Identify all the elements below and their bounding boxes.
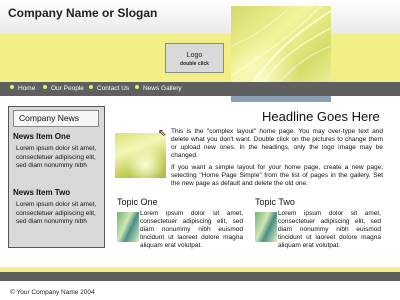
logo-placeholder[interactable]: Logo double click xyxy=(165,43,224,73)
topic-body: Lorem ipsum dolor sit amet, consectetuer… xyxy=(140,210,243,249)
nav-item-label: Our People xyxy=(51,85,84,92)
logo-label: Logo xyxy=(186,52,203,59)
sidebar-title: Company News xyxy=(13,110,99,127)
topic-image[interactable] xyxy=(255,212,277,242)
bullet-icon xyxy=(89,85,93,89)
nav-item-contact-us[interactable]: Contact Us xyxy=(89,82,129,96)
intro-paragraph: This is the "complex layout" home page. … xyxy=(171,128,383,159)
nav-bar: Home Our People Contact Us News Gallery xyxy=(0,82,400,96)
intro-image[interactable] xyxy=(115,133,166,178)
nav-item-home[interactable]: Home xyxy=(10,82,35,96)
topic-image[interactable] xyxy=(117,212,139,242)
company-name: Company Name or Slogan xyxy=(8,6,158,20)
intro-paragraph: If you want a simple layout for your hom… xyxy=(171,164,383,187)
topic-body: Lorem ipsum dolor sit amet, consectetuer… xyxy=(278,210,381,249)
mouse-cursor-icon: ⇖ xyxy=(158,128,167,139)
nav-item-news-gallery[interactable]: News Gallery xyxy=(135,82,182,96)
nav-item-our-people[interactable]: Our People xyxy=(43,82,84,96)
banner-bottom-strip xyxy=(231,96,331,102)
news-item-title: News Item Two xyxy=(13,188,71,197)
topic-title: Topic One xyxy=(117,197,158,207)
news-item-body: Lorem ipsum dolor sit amet, consectetuer… xyxy=(16,145,97,169)
company-news-sidebar: Company News News Item One Lorem ipsum d… xyxy=(8,106,105,248)
nav-item-label: Contact Us xyxy=(97,85,130,92)
nav-item-label: News Gallery xyxy=(143,85,182,92)
logo-instruction: double click xyxy=(180,61,209,67)
bullet-icon xyxy=(10,85,14,89)
news-item-title: News Item One xyxy=(13,132,71,141)
topic-title: Topic Two xyxy=(255,197,295,207)
footer-copyright: © Your Company Name 2004 xyxy=(10,289,95,296)
nav-item-label: Home xyxy=(18,85,36,92)
footer-band xyxy=(0,272,400,281)
news-item-body: Lorem ipsum dolor sit amet, consectetuer… xyxy=(16,201,97,225)
bullet-icon xyxy=(135,85,139,89)
bullet-icon xyxy=(43,85,47,89)
headline: Headline Goes Here xyxy=(262,109,380,124)
